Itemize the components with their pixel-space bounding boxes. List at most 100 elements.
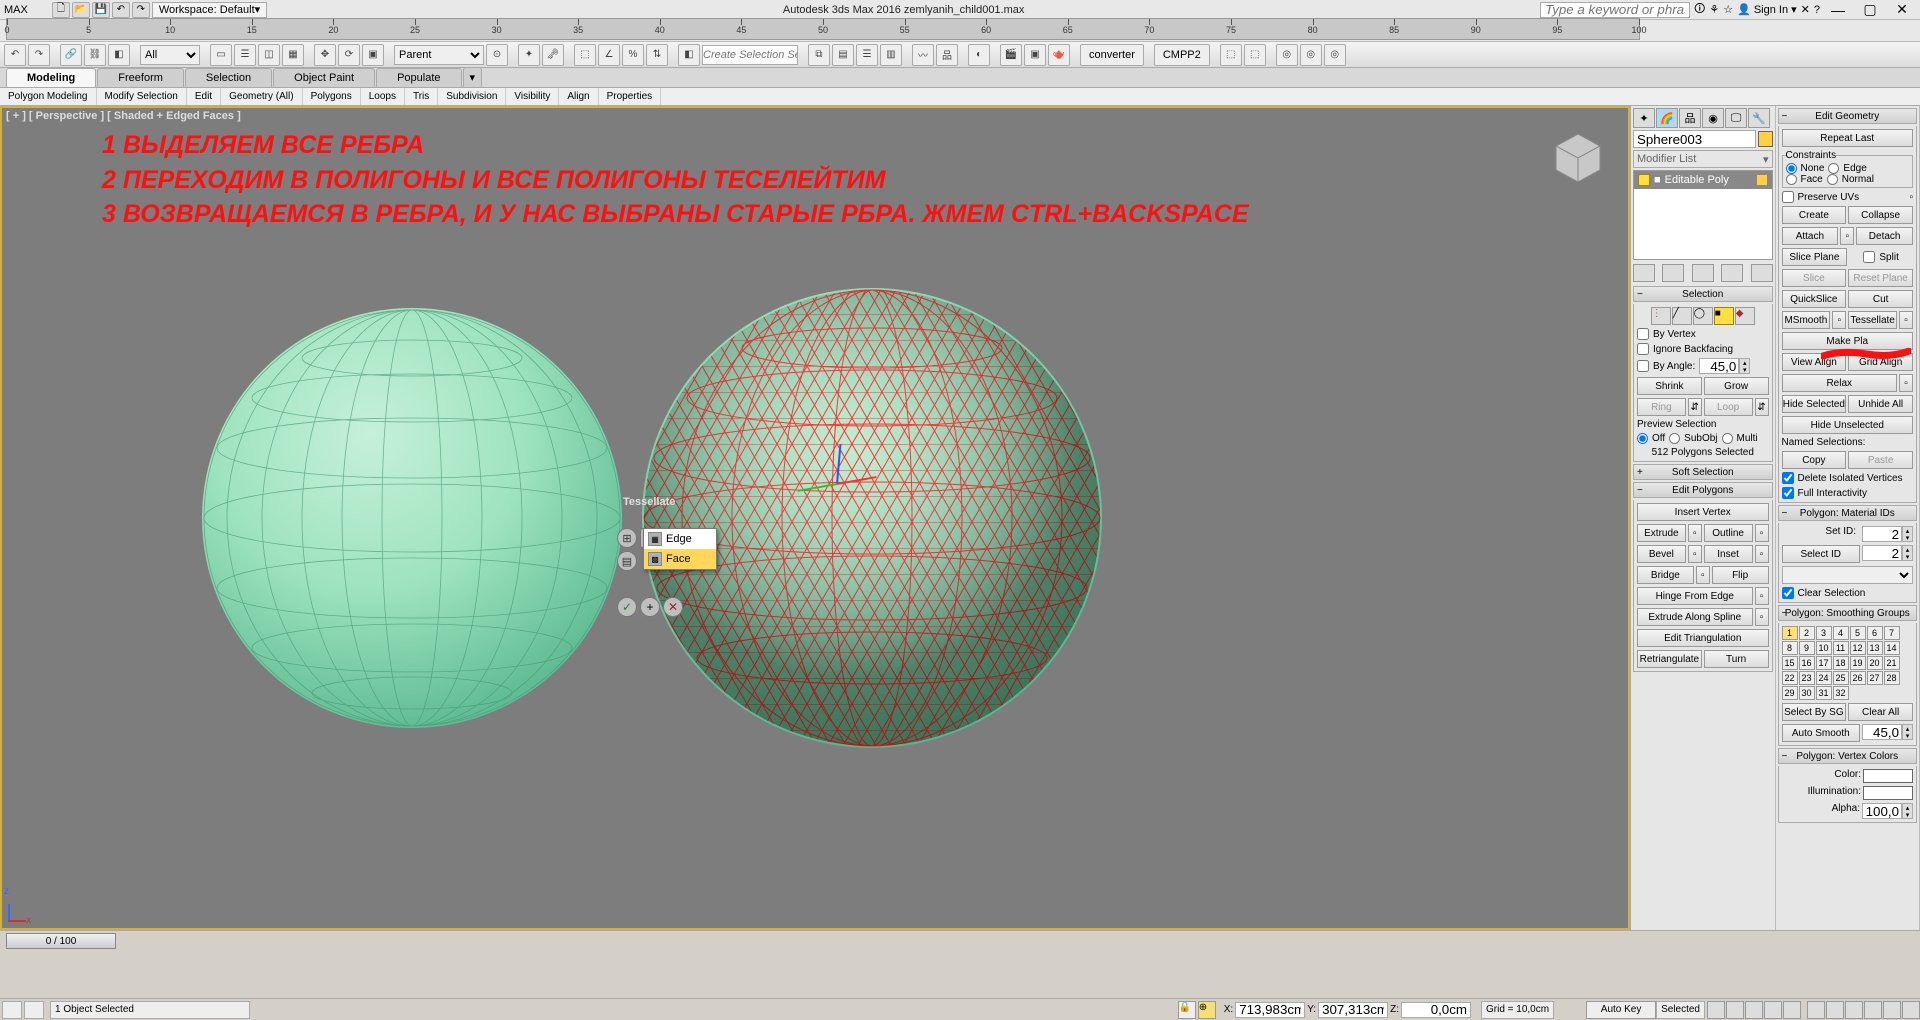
make-planar-button[interactable]: Make Pla — [1782, 332, 1914, 350]
schematic-icon[interactable]: 品 — [936, 44, 958, 66]
bevel-settings[interactable]: ▫ — [1688, 545, 1702, 563]
extrude-spline-button[interactable]: Extrude Along Spline — [1637, 608, 1753, 626]
close-button[interactable]: ✕ — [1888, 1, 1916, 19]
inset-settings[interactable]: ▫ — [1755, 545, 1769, 563]
bind-icon[interactable]: ◧ — [108, 44, 130, 66]
app-logo[interactable]: MAX — [4, 4, 28, 16]
panel-align[interactable]: Align — [559, 88, 598, 105]
tool-c-icon[interactable]: ◎ — [1276, 44, 1298, 66]
rotate-icon[interactable]: ⟳ — [338, 44, 360, 66]
extrude-settings[interactable]: ▫ — [1688, 524, 1702, 542]
play-icon[interactable] — [1745, 1001, 1763, 1019]
rollup-vcolors[interactable]: −Polygon: Vertex Colors — [1778, 748, 1918, 764]
modify-tab-icon[interactable]: 🌈 — [1656, 108, 1678, 128]
tessellate-settings[interactable]: ▫ — [1899, 311, 1913, 329]
edit-tri-button[interactable]: Edit Triangulation — [1637, 629, 1769, 647]
listener-icon[interactable] — [24, 1001, 44, 1019]
pan-icon[interactable] — [1807, 1001, 1825, 1019]
polygon-level-icon[interactable]: ■ — [1714, 307, 1734, 325]
modifier-stack[interactable]: ■Editable Poly — [1633, 170, 1773, 260]
repeat-last-button[interactable]: Repeat Last — [1782, 129, 1914, 147]
tool-a-icon[interactable]: ⬚ — [1220, 44, 1242, 66]
panel-loops[interactable]: Loops — [361, 88, 405, 105]
set-id-value[interactable] — [1862, 526, 1902, 542]
retriangulate-button[interactable]: Retriangulate — [1637, 650, 1702, 668]
hinge-settings[interactable]: ▫ — [1755, 587, 1769, 605]
time-slider-bar[interactable]: 0 / 100 — [0, 930, 1920, 952]
tab-modeling[interactable]: Modeling — [6, 68, 96, 87]
vertex-level-icon[interactable]: ⋮ — [1651, 307, 1671, 325]
grid-align-button[interactable]: Grid Align — [1848, 353, 1913, 371]
render-icon[interactable]: 🫖 — [1048, 44, 1070, 66]
caddy-ok-icon[interactable]: ✓ — [617, 597, 637, 617]
cmpp2-button[interactable]: CMPP2 — [1154, 44, 1210, 66]
ref-coord-system[interactable]: Parent — [394, 45, 484, 65]
fov-icon[interactable] — [1883, 1001, 1901, 1019]
redo-icon[interactable]: ↷ — [28, 44, 50, 66]
select-id-value[interactable] — [1862, 545, 1902, 561]
auto-smooth-value[interactable] — [1862, 724, 1902, 740]
percent-snap-icon[interactable]: % — [622, 44, 644, 66]
time-ruler[interactable]: 0510152025303540455055606570758085909510… — [6, 18, 1640, 40]
goto-start-icon[interactable] — [1707, 1001, 1725, 1019]
maxscript-icon[interactable] — [2, 1001, 22, 1019]
delete-isolated-check[interactable] — [1782, 472, 1794, 484]
create-tab-icon[interactable]: ✦ — [1633, 108, 1655, 128]
hide-selected-button[interactable]: Hide Selected — [1782, 395, 1847, 413]
undo-icon[interactable]: ↶ — [112, 2, 130, 18]
maximize-button[interactable]: ▢ — [1856, 1, 1884, 19]
named-selection-input[interactable] — [702, 45, 798, 65]
transform-gizmo[interactable] — [807, 453, 867, 513]
turn-button[interactable]: Turn — [1704, 650, 1769, 668]
loop-spinner[interactable]: ⇵ — [1755, 398, 1769, 416]
slice-plane-button[interactable]: Slice Plane — [1782, 248, 1848, 266]
maximize-viewport-icon[interactable] — [1902, 1001, 1920, 1019]
inset-button[interactable]: Inset — [1704, 545, 1753, 563]
shrink-button[interactable]: Shrink — [1637, 377, 1702, 395]
zoom-extents-icon[interactable] — [1864, 1001, 1882, 1019]
vcolor-swatch[interactable] — [1863, 769, 1913, 783]
panel-polygons[interactable]: Polygons — [303, 88, 361, 105]
autokey-button[interactable]: Auto Key — [1586, 1001, 1656, 1019]
display-tab-icon[interactable]: 🖵 — [1725, 108, 1747, 128]
minimize-button[interactable]: — — [1824, 1, 1852, 19]
lock-selection-icon[interactable]: 🔒 — [1178, 1001, 1196, 1019]
redo-icon[interactable]: ↷ — [132, 2, 150, 18]
constraint-none[interactable] — [1786, 163, 1797, 174]
reset-plane-button[interactable]: Reset Plane — [1848, 269, 1913, 287]
caddy-apply-icon[interactable]: + — [640, 597, 660, 617]
split-check[interactable] — [1863, 251, 1875, 263]
unlink-icon[interactable]: ⛓ — [84, 44, 106, 66]
collapse-button[interactable]: Collapse — [1848, 206, 1913, 224]
tool-d-icon[interactable]: ◎ — [1300, 44, 1322, 66]
layers-icon[interactable]: ☰ — [856, 44, 878, 66]
window-crossing-icon[interactable]: ▦ — [282, 44, 304, 66]
angle-snap-icon[interactable]: ∠ — [598, 44, 620, 66]
outline-button[interactable]: Outline — [1704, 524, 1753, 542]
preserve-uvs-check[interactable] — [1782, 191, 1794, 203]
rollup-editgeom[interactable]: −Edit Geometry — [1778, 108, 1918, 124]
select-name-icon[interactable]: ☰ — [234, 44, 256, 66]
snap-icon[interactable]: ⬚ — [574, 44, 596, 66]
constraint-edge[interactable] — [1828, 163, 1839, 174]
loop-button[interactable]: Loop — [1704, 398, 1753, 416]
help-search[interactable] — [1540, 2, 1690, 18]
create-button[interactable]: Create — [1782, 206, 1847, 224]
edge-level-icon[interactable]: ╱ — [1672, 307, 1692, 325]
status-z[interactable] — [1401, 1002, 1471, 1018]
rollup-selection[interactable]: −Selection — [1633, 286, 1773, 302]
select-by-sg-button[interactable]: Select By SG — [1782, 703, 1847, 721]
border-level-icon[interactable]: ◯ — [1693, 307, 1713, 325]
curve-editor-icon[interactable]: 〰 — [912, 44, 934, 66]
make-unique-icon[interactable] — [1692, 264, 1714, 282]
caddy-cancel-icon[interactable]: ✕ — [663, 597, 683, 617]
render-setup-icon[interactable]: 🎬 — [1000, 44, 1022, 66]
by-angle-check[interactable] — [1637, 360, 1649, 372]
viewport-label[interactable]: [ + ] [ Perspective ] [ Shaded + Edged F… — [6, 110, 241, 122]
save-icon[interactable]: 💾 — [92, 2, 110, 18]
bridge-settings[interactable]: ▫ — [1696, 566, 1710, 584]
zoom-icon[interactable] — [1845, 1001, 1863, 1019]
align-icon[interactable]: ▤ — [832, 44, 854, 66]
cut-button[interactable]: Cut — [1848, 290, 1913, 308]
show-end-icon[interactable] — [1662, 264, 1684, 282]
